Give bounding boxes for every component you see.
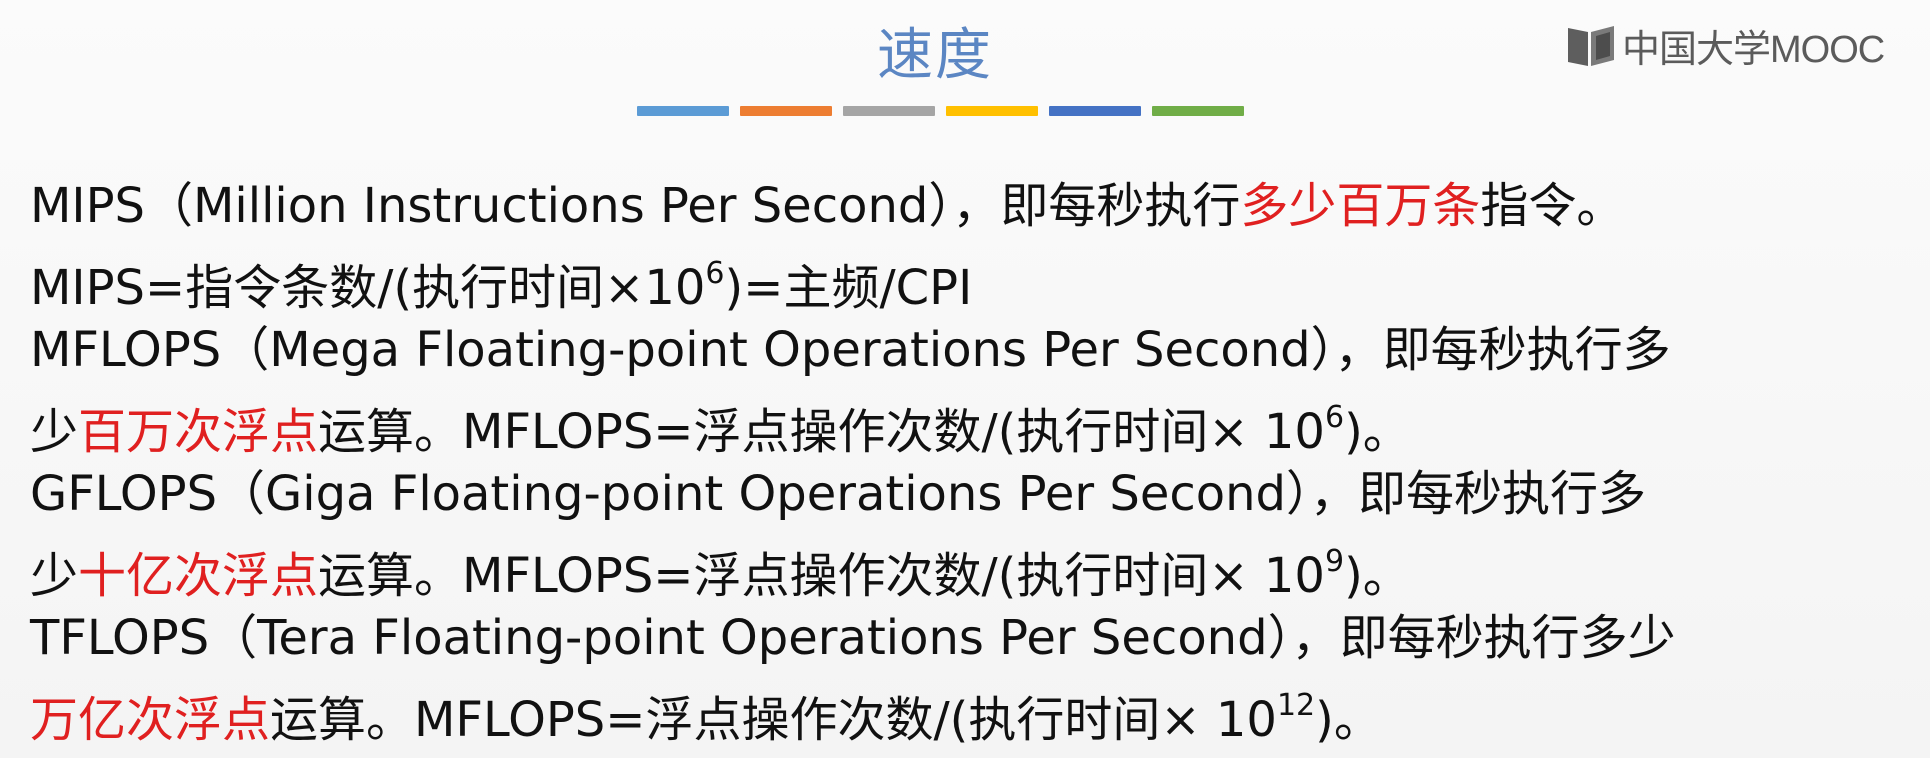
highlight-text: 十亿次浮点 [78, 548, 319, 604]
exponent: 12 [1276, 688, 1316, 723]
text-segment: 指令。 [1480, 178, 1625, 234]
text-segment: GFLOPS（Giga Floating-point Operations Pe… [30, 466, 1647, 522]
underline-bar-blue [637, 106, 729, 116]
text-segment: )。 [1344, 404, 1411, 460]
slide-body: MIPS（Million Instructions Per Second），即每… [30, 170, 1910, 748]
logo-text: 中国大学MOOC [1622, 29, 1885, 71]
underline-bar-darkblue [1049, 106, 1141, 116]
mips-definition-line: MIPS（Million Instructions Per Second），即每… [30, 170, 1910, 242]
highlight-text: 多少百万条 [1240, 178, 1481, 234]
slide: 速度 中国大学MOOC MIPS（Million Instructions Pe… [0, 0, 1930, 758]
book-icon [1568, 25, 1614, 66]
text-segment: 运算。MFLOPS=浮点操作次数/(执行时间× 10 [270, 692, 1277, 748]
text-segment: TFLOPS（Tera Floating-point Operations Pe… [30, 610, 1676, 666]
gflops-definition-line: GFLOPS（Giga Floating-point Operations Pe… [30, 458, 1910, 530]
text-segment: )。 [1344, 548, 1411, 604]
text-segment: 少 [30, 404, 79, 460]
underline-bar-yellow [946, 106, 1038, 116]
underline-bar-orange [740, 106, 832, 116]
mooc-logo: 中国大学MOOC [1566, 18, 1885, 73]
text-segment: )。 [1315, 692, 1382, 748]
exponent: 9 [1324, 544, 1345, 579]
text-segment: )=主频/CPI [724, 260, 973, 316]
text-segment: 少 [30, 548, 79, 604]
gflops-formula-line: 少十亿次浮点运算。MFLOPS=浮点操作次数/(执行时间× 109)。 [30, 530, 1910, 604]
text-segment: MFLOPS（Mega Floating-point Operations Pe… [30, 322, 1671, 378]
exponent: 6 [705, 256, 725, 291]
mflops-definition-line: MFLOPS（Mega Floating-point Operations Pe… [30, 314, 1910, 386]
underline-bar-green [1152, 106, 1244, 116]
underline-bar-gray [843, 106, 935, 116]
tflops-definition-line: TFLOPS（Tera Floating-point Operations Pe… [30, 602, 1910, 674]
text-segment: MIPS=指令条数/(执行时间×10 [30, 260, 706, 316]
mips-formula-line: MIPS=指令条数/(执行时间×106)=主频/CPI [30, 242, 1910, 316]
tflops-formula-line: 万亿次浮点运算。MFLOPS=浮点操作次数/(执行时间× 1012)。 [30, 674, 1910, 748]
mflops-formula-line: 少百万次浮点运算。MFLOPS=浮点操作次数/(执行时间× 106)。 [30, 386, 1910, 460]
title-underline-bars [637, 106, 1244, 116]
text-segment: 运算。MFLOPS=浮点操作次数/(执行时间× 10 [318, 404, 1325, 460]
highlight-text: 万亿次浮点 [30, 692, 271, 748]
text-segment: MIPS（Million Instructions Per Second），即每… [30, 178, 1241, 234]
highlight-text: 百万次浮点 [78, 404, 319, 460]
exponent: 6 [1324, 400, 1345, 435]
text-segment: 运算。MFLOPS=浮点操作次数/(执行时间× 10 [318, 548, 1325, 604]
